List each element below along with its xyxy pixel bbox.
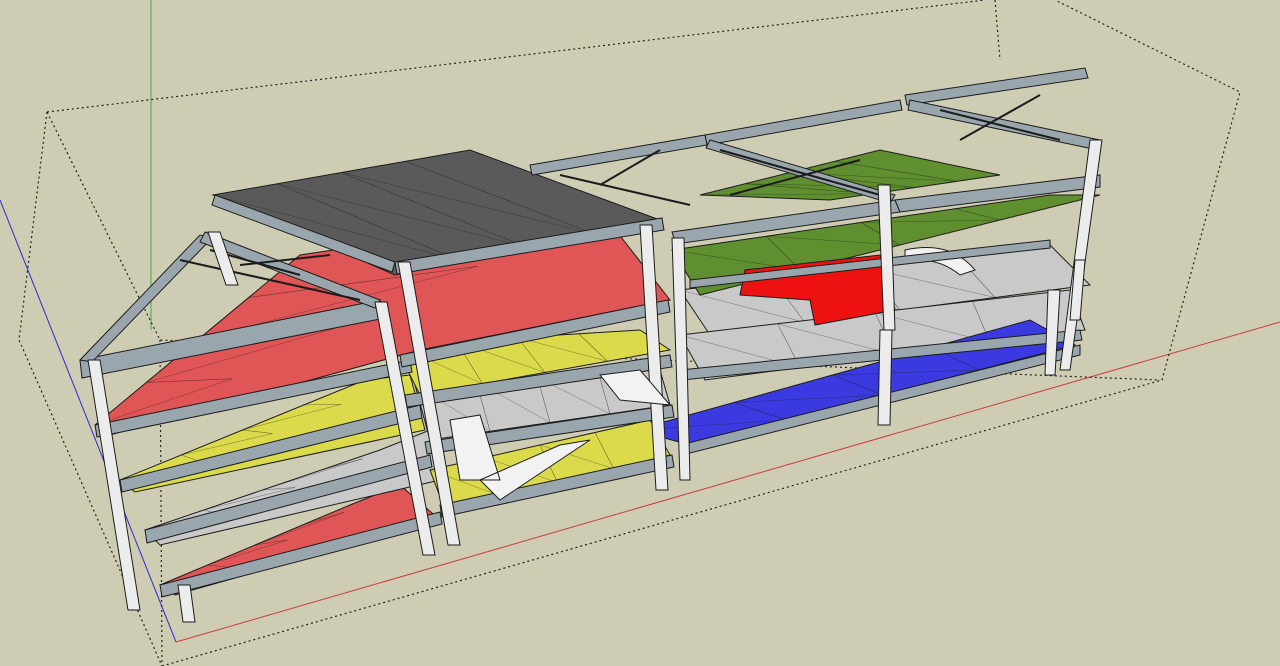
right-block[interactable]	[633, 67, 1103, 481]
left-block[interactable]	[78, 134, 708, 623]
model-viewport[interactable]	[0, 0, 1280, 666]
model-axes	[0, 0, 1280, 643]
building-model[interactable]	[78, 67, 1103, 623]
